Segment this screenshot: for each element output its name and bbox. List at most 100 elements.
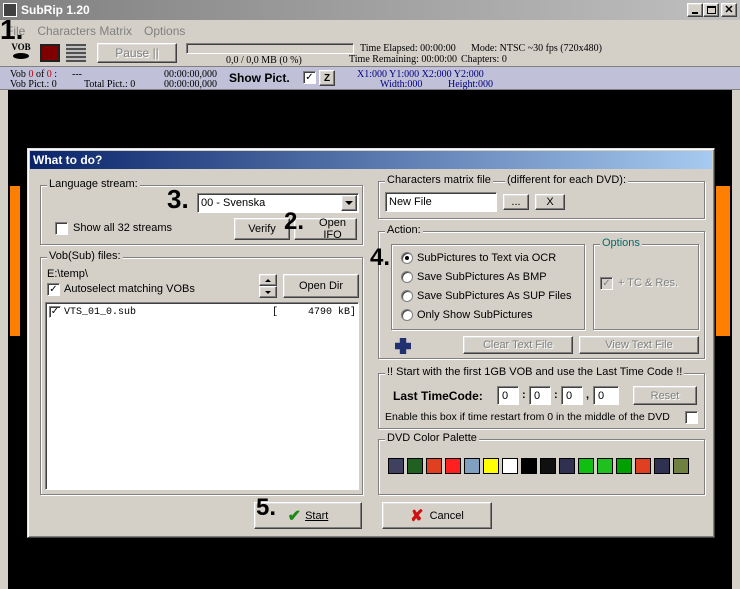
action-radio-3[interactable] (401, 309, 413, 321)
vob-dash: --- (72, 69, 82, 80)
language-select-value: 00 - Svenska (201, 197, 266, 209)
palette-swatch[interactable] (445, 458, 461, 474)
enable-box-checkbox[interactable] (685, 411, 698, 424)
action-radio-2[interactable] (401, 290, 413, 302)
timecode-sep-3: , (586, 389, 590, 401)
matrix-clear-button[interactable]: X (535, 194, 565, 210)
reset-button[interactable]: Reset (633, 386, 697, 405)
orange-bar-right (716, 186, 730, 336)
matrix-file-input[interactable]: New File (385, 192, 497, 212)
cancel-label: Cancel (429, 509, 464, 522)
film-icon[interactable] (40, 44, 60, 62)
timecode-frames[interactable]: 0 (593, 386, 619, 405)
palette-swatch[interactable] (635, 458, 651, 474)
chapters-text: Chapters: 0 (461, 54, 507, 65)
progress-text: 0,0 / 0,0 MB (0 %) (226, 55, 302, 66)
action-option-label: Only Show SubPictures (417, 309, 533, 321)
options-legend: Options (600, 237, 642, 249)
action-group: Action: Options ✓ + TC & Res. Clear Text… (378, 224, 705, 359)
timecode-hours[interactable]: 0 (497, 386, 519, 405)
verify-button[interactable]: Verify (234, 218, 290, 240)
maximize-icon (706, 6, 716, 14)
action-radio-1[interactable] (401, 271, 413, 283)
timecode-seconds[interactable]: 0 (561, 386, 583, 405)
vob-icon[interactable]: VOB (10, 43, 32, 63)
palette-swatch[interactable] (426, 458, 442, 474)
vob-file-list: ✓ VTS_01_0.sub [ 4790 kB] (45, 302, 359, 490)
dropdown-button[interactable] (341, 195, 357, 211)
matrix-file-group: Characters matrix file (different for ea… (378, 174, 705, 219)
palette-swatch[interactable] (616, 458, 632, 474)
annotation-5: 5. (256, 494, 277, 521)
timecode-minutes[interactable]: 0 (529, 386, 551, 405)
palette-swatch[interactable] (521, 458, 537, 474)
palette-swatch[interactable] (654, 458, 670, 474)
palette-swatch[interactable] (502, 458, 518, 474)
start-label: Start (305, 509, 329, 522)
view-text-file-button[interactable]: View Text File (579, 336, 699, 354)
file-checkbox[interactable]: ✓ (49, 306, 61, 318)
show-pict-label: Show Pict. (229, 71, 290, 85)
minimize-button[interactable] (687, 3, 703, 17)
palette-swatch[interactable] (578, 458, 594, 474)
file-name: VTS_01_0.sub (64, 307, 137, 318)
grid-icon[interactable] (66, 44, 86, 62)
minimize-icon (692, 12, 698, 14)
clear-text-file-button[interactable]: Clear Text File (463, 336, 573, 354)
total-pict: Total Pict.: 0 (84, 79, 136, 90)
palette-group: DVD Color Palette (378, 432, 705, 495)
toolbar: VOB Pause || 0,0 / 0,0 MB (0 %) Time Ela… (0, 40, 740, 67)
puzzle-icon[interactable] (395, 338, 411, 354)
file-bracket: [ (272, 307, 279, 318)
menu-characters-matrix[interactable]: Characters Matrix (37, 24, 132, 38)
x-icon: ✘ (410, 507, 424, 525)
palette-swatch[interactable] (597, 458, 613, 474)
vob-files-legend: Vob(Sub) files: (47, 250, 123, 262)
time-remaining: Time Remaining: 00:00:00 (349, 54, 457, 65)
language-stream-group: Language stream: 00 - Svenska Show all 3… (40, 178, 363, 245)
palette-swatch[interactable] (673, 458, 689, 474)
timecode-sep-1: : (522, 389, 526, 401)
radio-dot (405, 256, 409, 260)
language-select[interactable]: 00 - Svenska (197, 193, 359, 213)
palette-swatch[interactable] (559, 458, 575, 474)
close-icon: ✕ (724, 3, 734, 16)
tc-res-label: + TC & Res. (618, 277, 679, 289)
close-button[interactable]: ✕ (721, 3, 737, 17)
menu-bar: File Characters Matrix Options (0, 21, 740, 40)
palette-legend: DVD Color Palette (385, 432, 479, 444)
move-up-button[interactable] (259, 274, 277, 286)
cancel-button[interactable]: ✘ Cancel (382, 502, 492, 529)
palette-swatch[interactable] (483, 458, 499, 474)
show-pict-checkbox[interactable]: ✓ (303, 71, 316, 84)
annotation-3: 3. (167, 184, 189, 214)
palette-swatch[interactable] (407, 458, 423, 474)
palette-swatch[interactable] (540, 458, 556, 474)
menu-options[interactable]: Options (144, 24, 185, 38)
language-stream-legend: Language stream: (47, 178, 140, 190)
palette-swatch[interactable] (388, 458, 404, 474)
open-dir-button[interactable]: Open Dir (283, 274, 359, 298)
progress-bar (186, 43, 354, 54)
matrix-file-legend: Characters matrix file (385, 174, 493, 186)
show-all-streams-checkbox[interactable] (55, 222, 68, 235)
file-size: 4790 kB] (308, 307, 357, 318)
pause-button[interactable]: Pause || (97, 43, 177, 63)
zoom-button[interactable]: Z (319, 70, 335, 86)
move-down-button[interactable] (259, 286, 277, 298)
app-title: SubRip 1.20 (21, 3, 90, 17)
action-option-label: Save SubPictures As BMP (417, 271, 547, 283)
chevron-down-icon (345, 201, 353, 205)
palette-swatch[interactable] (464, 458, 480, 474)
maximize-button[interactable] (703, 3, 719, 17)
tc-res-checkbox[interactable]: ✓ (600, 277, 613, 290)
autoselect-checkbox[interactable]: ✓ (47, 283, 60, 296)
dialog-title-bar: What to do? (30, 151, 712, 169)
last-timecode-label: Last TimeCode: (393, 389, 483, 403)
action-radio-0[interactable] (401, 252, 413, 264)
matrix-browse-button[interactable]: ... (503, 194, 529, 210)
enable-box-label: Enable this box if time restart from 0 i… (385, 411, 670, 423)
palette-swatches (388, 458, 689, 474)
autoselect-label: Autoselect matching VOBs (64, 283, 195, 295)
list-item[interactable]: ✓ VTS_01_0.sub [ 4790 kB] (48, 305, 356, 321)
